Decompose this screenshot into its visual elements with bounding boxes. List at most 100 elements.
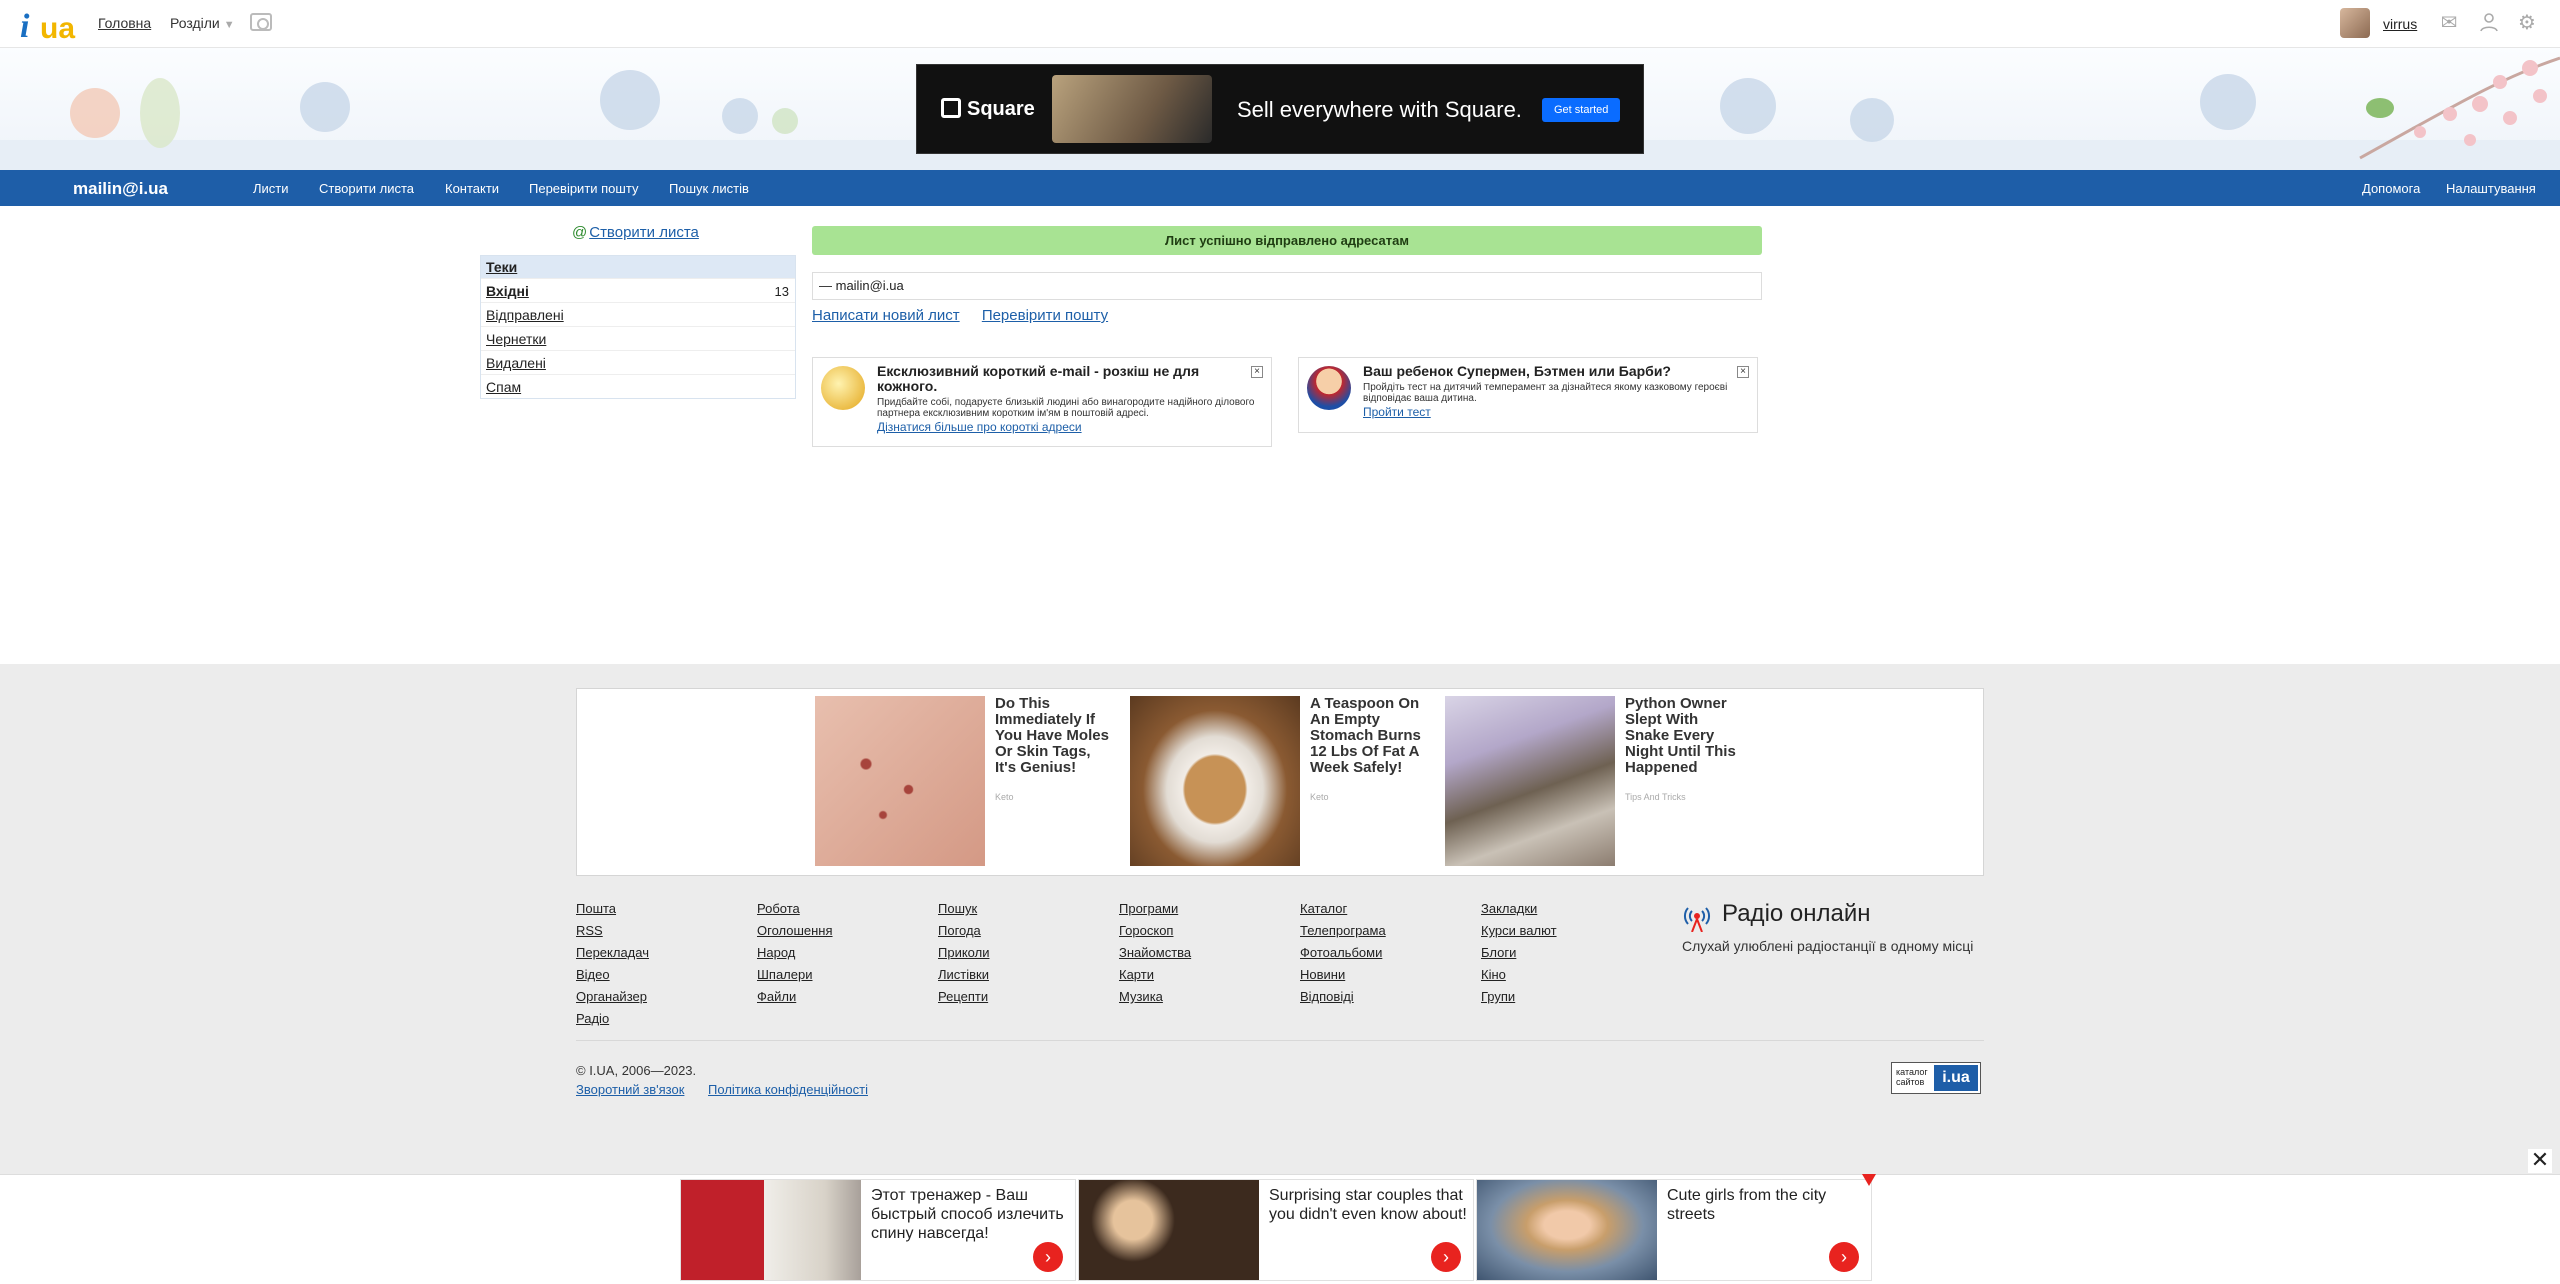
footer-link[interactable]: Курси валют	[1481, 920, 1557, 942]
footer-link[interactable]: Листівки	[938, 964, 989, 986]
footer-link[interactable]: Новини	[1300, 964, 1386, 986]
nav-check-mail[interactable]: Перевірити пошту	[529, 181, 638, 196]
footer-link[interactable]: Блоги	[1481, 942, 1557, 964]
folders-panel: Теки Вхідні 13 Відправлені Чернетки Вида…	[480, 255, 796, 399]
footer-link[interactable]: Органайзер	[576, 986, 649, 1008]
footer-link[interactable]: Гороскоп	[1119, 920, 1191, 942]
copyright: © I.UA, 2006—2023.	[576, 1063, 697, 1078]
close-icon[interactable]: ×	[1737, 366, 1749, 378]
check-mail-link[interactable]: Перевірити пошту	[982, 307, 1108, 324]
footer-link[interactable]: Карти	[1119, 964, 1191, 986]
camera-icon[interactable]	[250, 13, 272, 31]
footer-link[interactable]: Програми	[1119, 898, 1191, 920]
nav-help[interactable]: Допомога	[2362, 181, 2420, 196]
write-new-letter-link[interactable]: Написати новий лист	[812, 307, 960, 324]
home-link[interactable]: Головна	[98, 15, 151, 31]
logo-ua: ua	[40, 12, 76, 45]
nav-search-letters[interactable]: Пошук листів	[669, 181, 749, 196]
radio-title[interactable]: Радіо онлайн	[1722, 900, 1871, 928]
footer-link[interactable]: Рецепти	[938, 986, 989, 1008]
folder-label[interactable]: Видалені	[486, 355, 546, 371]
folder-label[interactable]: Відправлені	[486, 307, 564, 323]
privacy-policy-link[interactable]: Політика конфіденційності	[708, 1082, 868, 1097]
sticky-ad-card[interactable]: Cute girls from the city streets ›	[1476, 1179, 1872, 1281]
chevron-right-icon[interactable]: ›	[1829, 1242, 1859, 1272]
footer-link[interactable]: Народ	[757, 942, 833, 964]
folder-inbox[interactable]: Вхідні 13	[481, 278, 795, 302]
footer-link[interactable]: Перекладач	[576, 942, 649, 964]
folder-drafts[interactable]: Чернетки	[481, 326, 795, 350]
banner-tree	[1850, 98, 1894, 142]
square-ad-banner[interactable]: Square Sell everywhere with Square. Get …	[916, 64, 1644, 154]
username-link[interactable]: virrus	[2383, 16, 2417, 32]
native-ad[interactable]: A Teaspoon On An Empty Stomach Burns 12 …	[1130, 696, 1430, 866]
footer-link[interactable]: Кіно	[1481, 964, 1557, 986]
footer-link[interactable]: Пошук	[938, 898, 989, 920]
footer-link[interactable]: Музика	[1119, 986, 1191, 1008]
folder-label[interactable]: Вхідні	[486, 283, 529, 299]
logo-i: i	[20, 8, 30, 45]
footer-link[interactable]: Відео	[576, 964, 649, 986]
mail-icon[interactable]: ✉	[2438, 12, 2460, 34]
footer-link[interactable]: Каталог	[1300, 898, 1386, 920]
promo-title: Ексклюзивний короткий e-mail - розкіш не…	[877, 363, 1200, 394]
native-ad[interactable]: Python Owner Slept With Snake Every Nigh…	[1445, 696, 1745, 866]
iua-logo[interactable]: i ua	[18, 6, 78, 45]
footer-link[interactable]: Погода	[938, 920, 989, 942]
close-icon[interactable]: ✕	[2528, 1149, 2552, 1173]
footer-link[interactable]: RSS	[576, 920, 649, 942]
sticky-ad-title[interactable]: Surprising star couples that you didn't …	[1269, 1186, 1469, 1224]
recipient-list: — mailin@i.ua	[812, 272, 1762, 300]
sections-menu[interactable]: Розділи ▼	[170, 15, 235, 31]
mailbox-address[interactable]: mailin@i.ua	[73, 179, 168, 199]
nav-letters[interactable]: Листи	[253, 181, 289, 196]
footer-link[interactable]: Файли	[757, 986, 833, 1008]
sticky-ad-card[interactable]: Surprising star couples that you didn't …	[1078, 1179, 1474, 1281]
chevron-right-icon[interactable]: ›	[1431, 1242, 1461, 1272]
footer-link[interactable]: Пошта	[576, 898, 649, 920]
folder-spam[interactable]: Спам	[481, 374, 795, 398]
footer-link[interactable]: Робота	[757, 898, 833, 920]
folder-label[interactable]: Спам	[486, 379, 521, 395]
native-ad-title[interactable]: Do This Immediately If You Have Moles Or…	[995, 696, 1113, 776]
folder-sent[interactable]: Відправлені	[481, 302, 795, 326]
footer-link[interactable]: Знайомства	[1119, 942, 1191, 964]
folder-label[interactable]: Чернетки	[486, 331, 546, 347]
footer-link[interactable]: Фотоальбоми	[1300, 942, 1386, 964]
nav-settings[interactable]: Налаштування	[2446, 181, 2536, 196]
footer-link[interactable]: Телепрограма	[1300, 920, 1386, 942]
avatar[interactable]	[2340, 8, 2370, 38]
chevron-right-icon[interactable]: ›	[1033, 1242, 1063, 1272]
footer-divider	[576, 1040, 1984, 1041]
footer-legal-links: Зворотний зв'язок Політика конфіденційно…	[576, 1082, 888, 1097]
create-letter-link[interactable]: @ Створити листа	[572, 224, 699, 241]
banner-tree	[1720, 78, 1776, 134]
promo-link[interactable]: Пройти тест	[1363, 405, 1431, 419]
footer-link[interactable]: Радіо	[576, 1008, 649, 1030]
close-icon[interactable]: ×	[1251, 366, 1263, 378]
user-icon[interactable]	[2478, 12, 2500, 34]
catalog-badge[interactable]: каталог сайтов i.ua	[1891, 1062, 1981, 1094]
sticky-ad-card[interactable]: Этот тренажер - Ваш быстрый способ излеч…	[680, 1179, 1076, 1281]
promo-link[interactable]: Дізнатися більше про короткі адреси	[877, 420, 1082, 434]
square-get-started-button[interactable]: Get started	[1542, 98, 1621, 122]
sticky-ad-image	[681, 1180, 861, 1280]
feedback-link[interactable]: Зворотний зв'язок	[576, 1082, 684, 1097]
sticky-ad-title[interactable]: Cute girls from the city streets	[1667, 1186, 1867, 1224]
nav-contacts[interactable]: Контакти	[445, 181, 499, 196]
sticky-ad-title[interactable]: Этот тренажер - Ваш быстрый способ излеч…	[871, 1186, 1071, 1243]
native-ad-title[interactable]: A Teaspoon On An Empty Stomach Burns 12 …	[1310, 696, 1428, 776]
footer-link[interactable]: Шпалери	[757, 964, 833, 986]
footer-link[interactable]: Відповіді	[1300, 986, 1386, 1008]
square-logo: Square	[941, 98, 1035, 121]
folder-deleted[interactable]: Видалені	[481, 350, 795, 374]
footer-link[interactable]: Приколи	[938, 942, 989, 964]
footer-link[interactable]: Групи	[1481, 986, 1557, 1008]
create-letter-label[interactable]: Створити листа	[589, 224, 699, 241]
native-ad[interactable]: Do This Immediately If You Have Moles Or…	[815, 696, 1115, 866]
footer-link[interactable]: Оголошення	[757, 920, 833, 942]
native-ad-title[interactable]: Python Owner Slept With Snake Every Nigh…	[1625, 696, 1743, 776]
gear-icon[interactable]: ⚙	[2516, 12, 2538, 34]
footer-link[interactable]: Закладки	[1481, 898, 1557, 920]
nav-create-letter[interactable]: Створити листа	[319, 181, 414, 196]
